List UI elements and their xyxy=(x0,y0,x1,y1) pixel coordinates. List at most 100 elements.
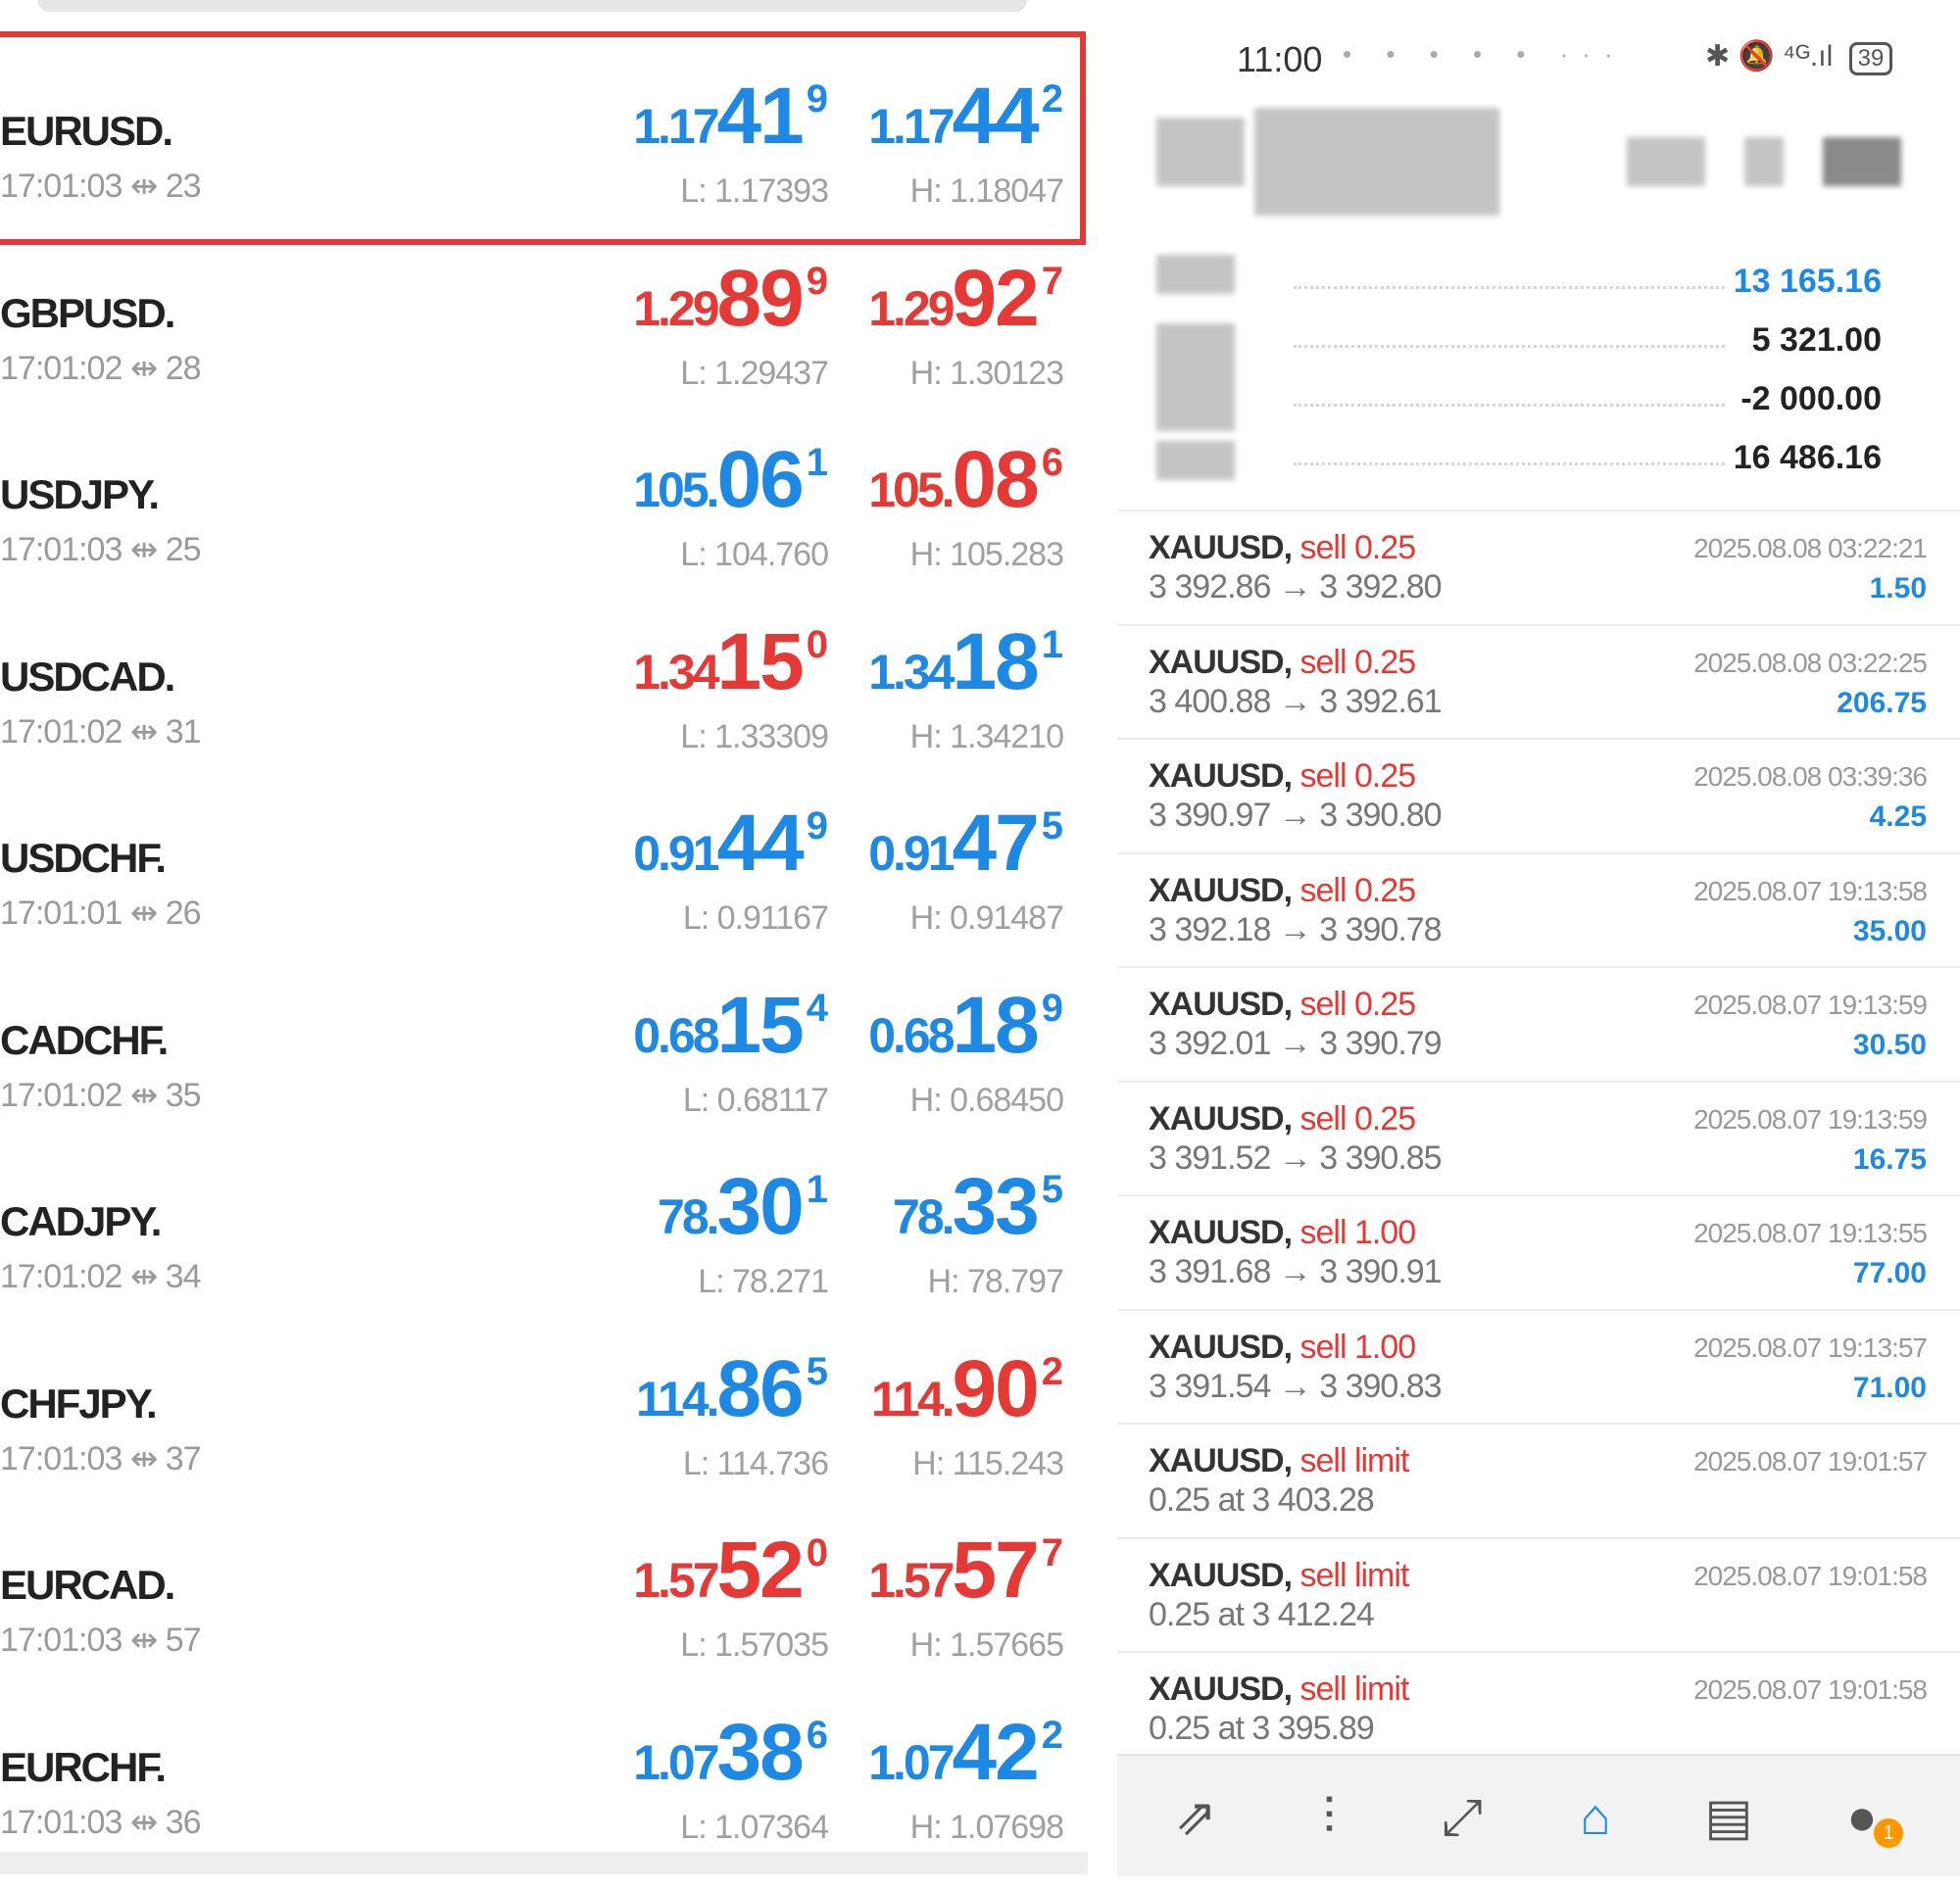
transaction-date: 2025.08.07 19:13:55 xyxy=(1693,1218,1928,1248)
bid-price-pips: 89 xyxy=(716,253,805,343)
bid-price-prefix: 1.29 xyxy=(633,280,719,336)
spread-icon: ⇹ xyxy=(129,168,158,205)
quote-row[interactable]: EURCAD. 17:01:03 ⇹ 57 1.5752 0 1.5757 7 L: 1.5… xyxy=(0,1525,1088,1707)
transaction-row[interactable]: XAUUSD, sell limit 0.25 at 3 412.24 2025.0… xyxy=(1117,1536,1960,1653)
transaction-detail: 3 392.01 → 3 390.79 xyxy=(1149,1025,1443,1062)
low-price: L: 1.57035 xyxy=(680,1626,829,1664)
quote-row[interactable]: EURUSD. 17:01:03 ⇹ 23 1.1741 9 1.1744 2 L: 1.1… xyxy=(0,71,1088,253)
leader-dots xyxy=(1294,286,1725,289)
transaction-row[interactable]: XAUUSD, sell 0.25 3 392.01 → 3 390.79 2025… xyxy=(1117,966,1960,1082)
bid-price-prefix: 1.07 xyxy=(633,1734,719,1790)
quote-row[interactable]: GBPUSD. 17:01:02 ⇹ 28 1.2989 9 1.2992 7 L: 1.2… xyxy=(0,253,1088,435)
symbol-name: EURUSD. xyxy=(0,108,173,154)
high-price: H: 0.91487 xyxy=(909,899,1064,937)
transaction-row[interactable]: XAUUSD, sell limit 0.25 at 3 395.89 2025.0… xyxy=(1117,1651,1960,1767)
ask-price-prefix: 1.07 xyxy=(868,1734,955,1790)
bid-price-fraction: 9 xyxy=(806,804,828,848)
transaction-row[interactable]: XAUUSD, sell limit 0.25 at 3 403.28 2025.0… xyxy=(1117,1423,1960,1538)
transaction-row[interactable]: XAUUSD, sell 1.00 3 391.54 → 3 390.83 2025… xyxy=(1117,1308,1960,1425)
ask-price[interactable]: 105.08 6 xyxy=(843,434,1063,526)
transaction-row[interactable]: XAUUSD, sell 1.00 3 391.68 → 3 390.91 2025… xyxy=(1117,1194,1960,1310)
ask-price[interactable]: 1.2992 7 xyxy=(843,253,1063,345)
spread-icon: ⇹ xyxy=(129,712,158,751)
high-price: H: 1.30123 xyxy=(909,354,1064,392)
ask-price-prefix: 78. xyxy=(893,1189,955,1244)
transaction-header: XAUUSD, sell 0.25 xyxy=(1149,871,1416,910)
news-icon[interactable]: ▤ xyxy=(1690,1783,1768,1852)
high-price: H: 1.34210 xyxy=(909,717,1064,755)
ask-price[interactable]: 0.6818 9 xyxy=(843,980,1063,1072)
messages-icon[interactable]: ● 1 xyxy=(1823,1783,1903,1852)
symbol-name: GBPUSD. xyxy=(0,289,175,336)
transaction-symbol: XAUUSD, xyxy=(1149,1328,1293,1366)
transaction-detail: 3 400.88 → 3 392.61 xyxy=(1149,682,1443,720)
bid-price[interactable]: 0.6815 4 xyxy=(608,980,828,1072)
top-scroll-edge xyxy=(37,0,1027,12)
quote-row[interactable]: USDCAD. 17:01:02 ⇹ 31 1.3415 0 1.3418 1 L: 1.3… xyxy=(0,616,1088,799)
transaction-type: sell 0.25 xyxy=(1299,986,1416,1023)
bid-price-fraction: 9 xyxy=(806,77,828,121)
symbol-name: EURCAD. xyxy=(0,1562,175,1608)
high-price: H: 1.18047 xyxy=(909,172,1064,210)
market-watch-panel: EURUSD. 17:01:03 ⇹ 23 1.1741 9 1.1744 2 L: 1.1… xyxy=(0,0,1107,1874)
transaction-header: XAUUSD, sell 0.25 xyxy=(1149,757,1416,796)
bid-price[interactable]: 1.2989 9 xyxy=(608,253,828,345)
quote-row[interactable]: CHFJPY. 17:01:03 ⇹ 37 114.86 5 114.90 2 L: 114… xyxy=(0,1343,1088,1526)
ask-price-fraction: 7 xyxy=(1041,259,1063,303)
ask-price-prefix: 1.57 xyxy=(868,1553,955,1608)
bid-price[interactable]: 1.5752 0 xyxy=(608,1525,828,1617)
ask-price-fraction: 1 xyxy=(1041,622,1063,666)
transaction-row[interactable]: XAUUSD, sell 0.25 3 390.97 → 3 390.80 2025… xyxy=(1117,738,1960,853)
bid-price[interactable]: 0.9144 9 xyxy=(608,798,828,890)
summary-row: 16 486.16 xyxy=(1294,439,1882,478)
spread-value: 26 xyxy=(165,895,202,932)
bid-price-fraction: 9 xyxy=(806,259,828,303)
transaction-date: 2025.08.07 19:13:57 xyxy=(1693,1332,1928,1363)
transaction-row[interactable]: XAUUSD, sell 0.25 3 392.86 → 3 392.80 2025… xyxy=(1117,509,1960,625)
spread-value: 35 xyxy=(165,1076,202,1114)
ask-price[interactable]: 0.9147 5 xyxy=(843,798,1063,890)
trade-icon[interactable]: ⤢ xyxy=(1423,1783,1501,1852)
ask-price-fraction: 9 xyxy=(1041,986,1063,1030)
bid-price-pips: 44 xyxy=(716,799,805,888)
symbol-name: USDJPY. xyxy=(0,471,160,517)
transaction-row[interactable]: XAUUSD, sell 0.25 3 391.52 → 3 390.85 2025… xyxy=(1117,1080,1960,1196)
quote-row[interactable]: CADCHF. 17:01:02 ⇹ 35 0.6815 4 0.6818 9 L: 0.6… xyxy=(0,980,1088,1162)
transaction-row[interactable]: XAUUSD, sell 0.25 3 400.88 → 3 392.61 2025… xyxy=(1117,623,1960,740)
ask-price-fraction: 2 xyxy=(1041,1713,1063,1757)
ask-price-fraction: 6 xyxy=(1041,441,1063,484)
transaction-profit: 1.50 xyxy=(1869,572,1927,605)
ask-price[interactable]: 1.0742 2 xyxy=(843,1707,1063,1799)
summary-value: 13 165.16 xyxy=(1733,263,1882,300)
chart-icon[interactable]: ⫶ xyxy=(1290,1783,1368,1852)
quote-row[interactable]: USDJPY. 17:01:03 ⇹ 25 105.06 1 105.08 6 L: 104… xyxy=(0,434,1088,616)
transaction-symbol: XAUUSD, xyxy=(1149,986,1293,1023)
bid-price[interactable]: 1.1741 9 xyxy=(608,71,828,163)
transaction-row[interactable]: XAUUSD, sell 0.25 3 392.18 → 3 390.78 2025… xyxy=(1117,851,1960,968)
symbol-name: CADJPY. xyxy=(0,1198,162,1244)
ask-price[interactable]: 114.90 2 xyxy=(843,1343,1063,1435)
ask-price[interactable]: 1.1744 2 xyxy=(843,71,1063,163)
transaction-type: sell 0.25 xyxy=(1299,871,1416,909)
spread-value: 25 xyxy=(165,531,202,568)
bid-price[interactable]: 1.0738 6 xyxy=(608,1707,828,1799)
ask-price[interactable]: 78.33 5 xyxy=(843,1161,1063,1253)
bid-price[interactable]: 78.30 1 xyxy=(608,1161,828,1253)
transaction-symbol: XAUUSD, xyxy=(1149,1671,1293,1708)
ask-price-pips: 90 xyxy=(952,1343,1040,1433)
ask-price[interactable]: 1.5757 7 xyxy=(843,1525,1063,1617)
bid-price-pips: 15 xyxy=(716,980,805,1070)
bid-price[interactable]: 105.06 1 xyxy=(608,434,828,526)
bid-price[interactable]: 1.3415 0 xyxy=(608,616,828,708)
quote-row[interactable]: USDCHF. 17:01:01 ⇹ 26 0.9144 9 0.9147 5 L: 0.9… xyxy=(0,798,1088,980)
bid-price[interactable]: 114.86 5 xyxy=(608,1343,828,1435)
high-price: H: 105.283 xyxy=(909,536,1064,573)
notification-dots: • • • • • ··· xyxy=(1343,39,1627,69)
ask-price[interactable]: 1.3418 1 xyxy=(843,616,1063,708)
signal-icons: ✱ 🔕 ⁴ᴳ.ıl xyxy=(1705,40,1834,73)
quote-row[interactable]: CADJPY. 17:01:02 ⇹ 34 78.30 1 78.33 5 L: 78.27… xyxy=(0,1161,1088,1343)
quotes-icon[interactable]: ⇗ xyxy=(1156,1783,1235,1852)
transaction-header: XAUUSD, sell 1.00 xyxy=(1149,1328,1416,1367)
high-price: H: 1.07698 xyxy=(909,1808,1064,1846)
history-icon[interactable]: ⌂ xyxy=(1556,1783,1635,1852)
